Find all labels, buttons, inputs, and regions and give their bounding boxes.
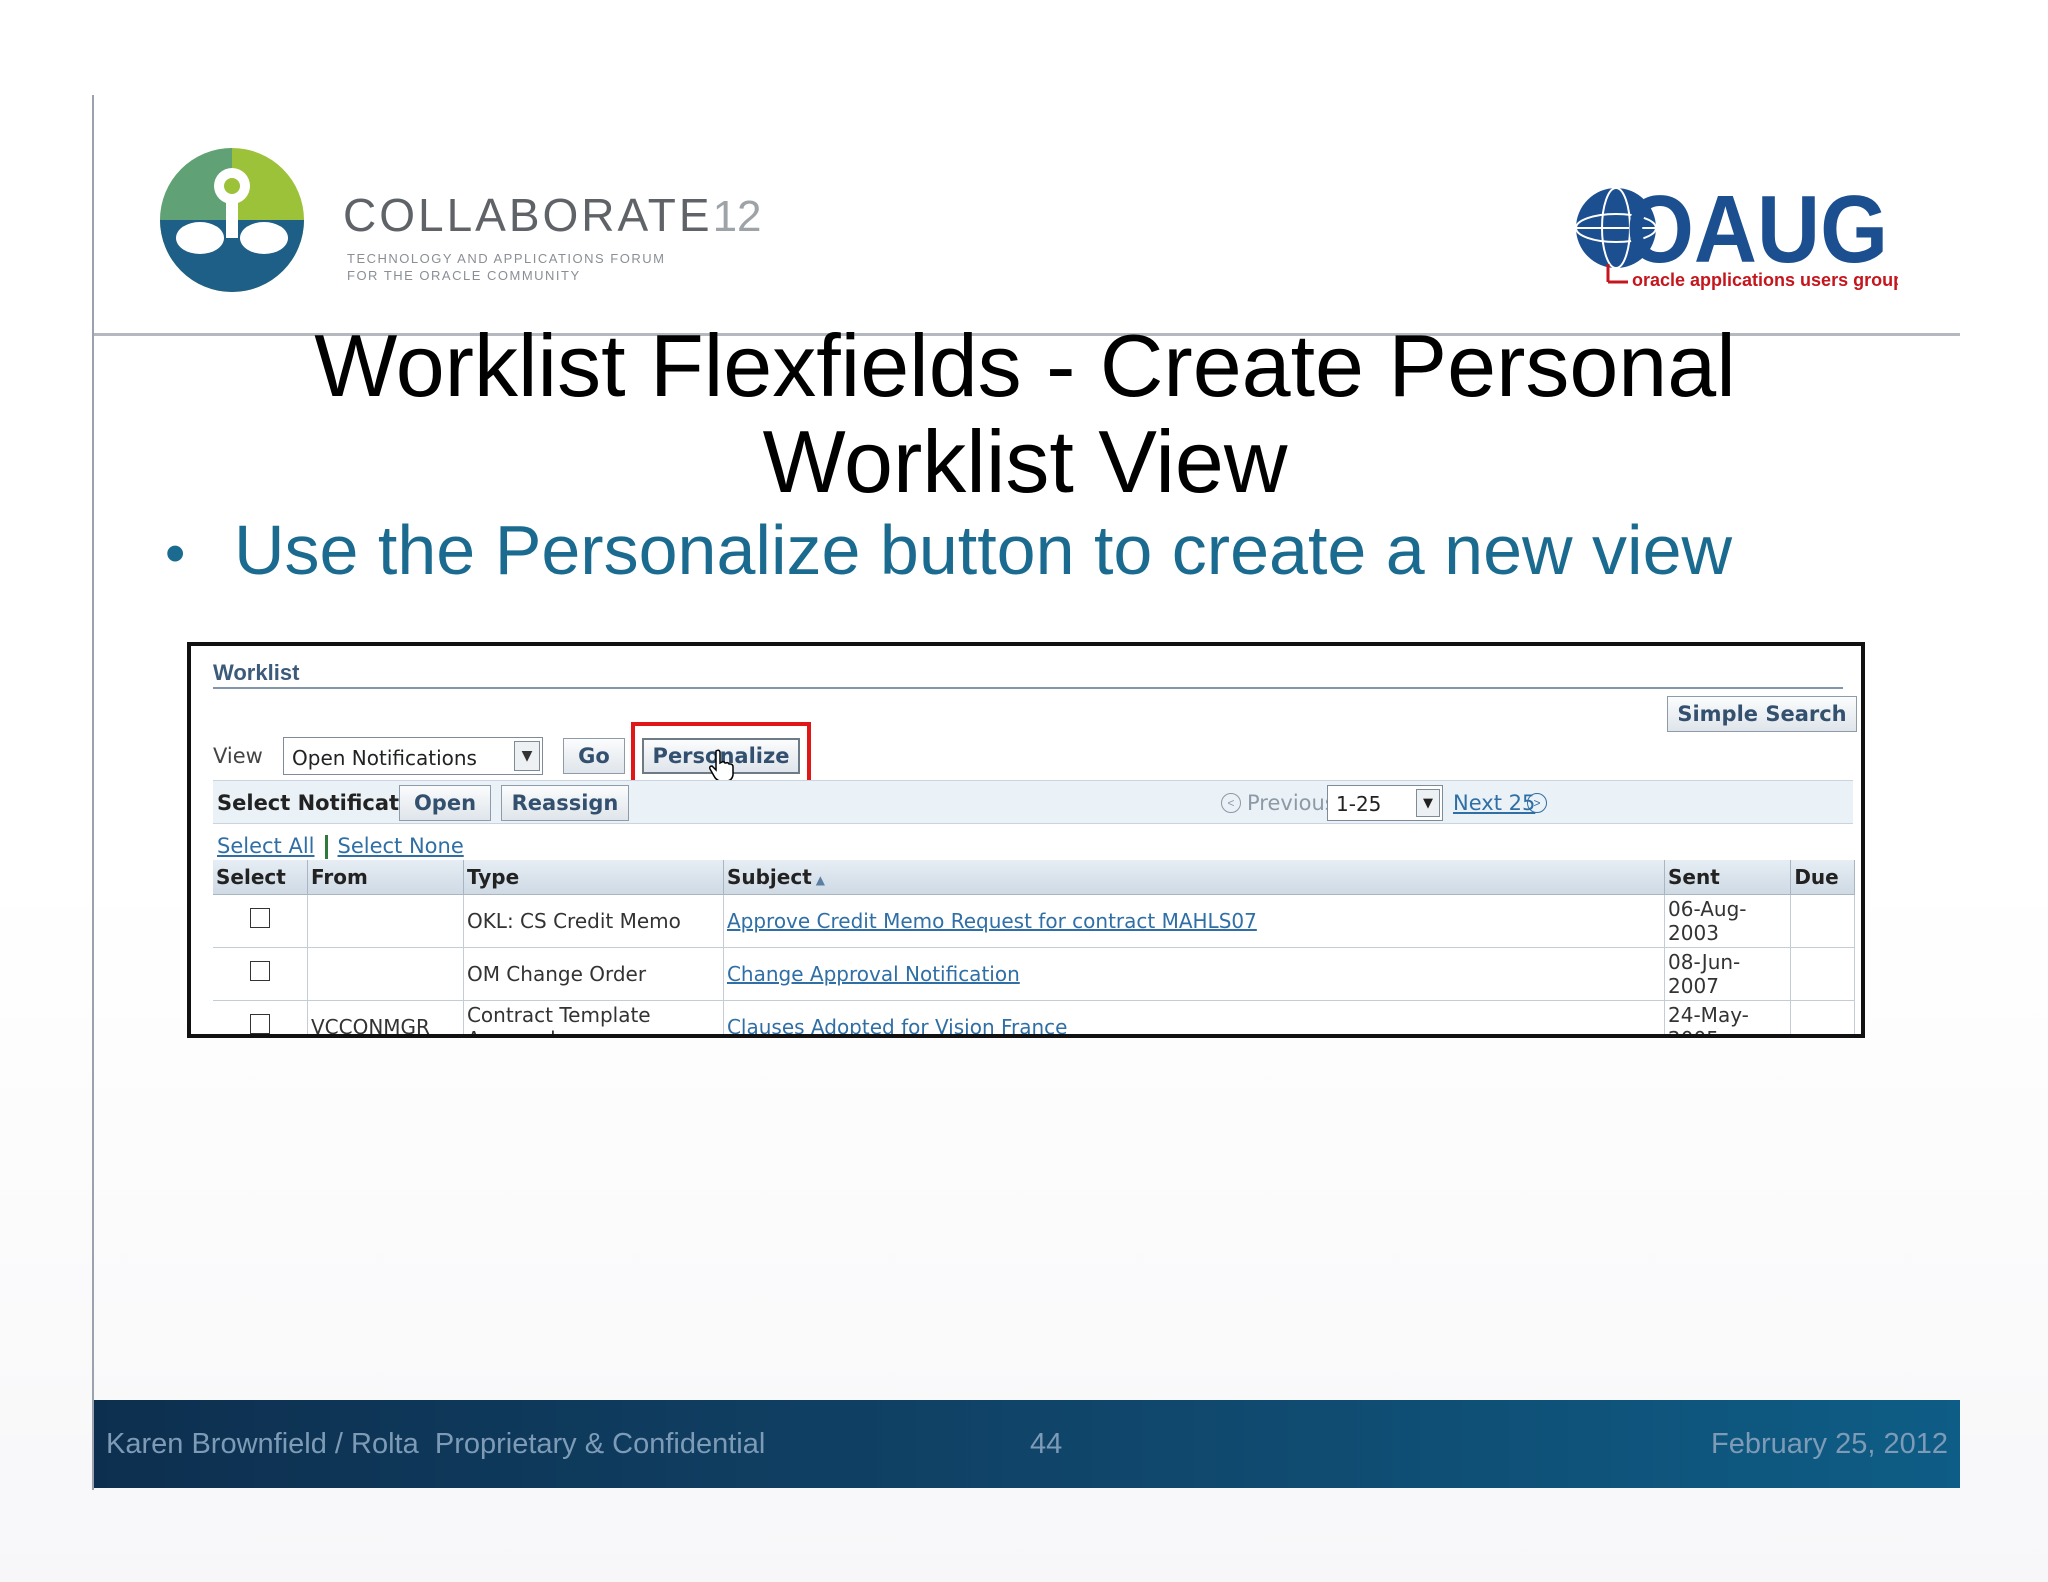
slide-footer: Karen Brownfield / Rolta Proprietary & C… [94,1400,1960,1488]
select-notifications-bar: Select Notifications: Open Reassign < Pr… [213,780,1853,824]
worklist-table: Select From Type Subject ▲ Sent Due OKL: … [213,860,1855,1034]
simple-search-button[interactable]: Simple Search [1667,696,1857,732]
footer-separator: / [334,1428,343,1460]
worklist-title-rule [213,687,1843,689]
oaug-tagline: oracle applications users group [1632,270,1898,290]
oaug-logo: OAUG oracle applications users group [1575,182,1898,290]
select-none-link[interactable]: Select None [338,834,464,858]
table-header-row: Select From Type Subject ▲ Sent Due [213,860,1855,895]
view-label: View [213,744,263,768]
row-sent: 08-Jun-2007 [1664,947,1792,1001]
next-link[interactable]: Next 25 [1453,791,1535,815]
column-header-select: Select [213,860,308,895]
bullet-marker: • [165,521,186,586]
next-circle-icon[interactable]: > [1527,793,1547,813]
footer-date: February 25, 2012 [1711,1428,1948,1460]
table-row: VCCONMGR Contract Template Approval Clau… [213,1000,1855,1034]
slide: COLLABORATE12 TECHNOLOGY AND APPLICATION… [0,0,2048,1582]
footer-author: Karen Brownfield [106,1428,327,1460]
collaborate-wordmark: COLLABORATE12 [343,189,762,241]
link-separator [324,835,328,859]
row-due [1790,894,1855,948]
worklist-title: Worklist [213,660,300,685]
select-links: Select All Select None [217,834,464,859]
view-select[interactable]: Open Notifications ▼ [283,737,543,775]
worklist-panel: Worklist Simple Search View Open Notific… [187,642,1865,1038]
row-subject-link[interactable]: Clauses Adopted for Vision France [723,1000,1666,1034]
row-from: VCCONMGR [307,1000,464,1034]
open-button[interactable]: Open [399,785,491,821]
previous-link: Previous [1247,791,1336,815]
footer-page-number: 44 [1030,1428,1063,1460]
previous-circle-icon: < [1221,793,1241,813]
row-type: OKL: CS Credit Memo [463,894,724,948]
column-header-type: Type [463,860,724,895]
sort-ascending-icon[interactable]: ▲ [816,873,825,887]
column-header-due[interactable]: Due [1790,860,1855,895]
row-checkbox[interactable] [249,908,270,928]
footer-credit: Karen Brownfield / Rolta Proprietary & C… [106,1428,765,1461]
row-sent: 24-May-2005 [1664,1000,1792,1034]
column-header-from: From [307,860,464,895]
column-header-subject[interactable]: Subject ▲ [723,860,1666,895]
row-checkbox[interactable] [249,1014,270,1034]
collaborate-tagline: TECHNOLOGY AND APPLICATIONS FORUM FOR TH… [347,251,666,283]
row-type: Contract Template Approval [463,1000,724,1034]
row-subject-link[interactable]: Approve Credit Memo Request for contract… [723,894,1666,948]
row-select-cell [213,894,308,948]
chevron-down-icon[interactable]: ▼ [514,741,540,771]
column-header-sent[interactable]: Sent [1664,860,1792,895]
collaborate-logo-icon [160,148,304,292]
row-select-cell [213,1000,308,1034]
chevron-down-icon[interactable]: ▼ [1416,789,1440,817]
select-all-link[interactable]: Select All [217,834,315,858]
bullet-text: Use the Personalize button to create a n… [234,511,1733,589]
row-sent: 06-Aug-2003 [1664,894,1792,948]
row-from [307,894,464,948]
oaug-wordmark: OAUG [1626,182,1888,283]
reassign-button[interactable]: Reassign [501,785,629,821]
row-from [307,947,464,1001]
range-select[interactable]: 1-25 ▼ [1327,785,1443,821]
table-row: OKL: CS Credit Memo Approve Credit Memo … [213,894,1855,948]
row-subject-link[interactable]: Change Approval Notification [723,947,1666,1001]
slide-title: Worklist Flexfields - Create Personal Wo… [314,316,1736,511]
row-type: OM Change Order [463,947,724,1001]
row-checkbox[interactable] [249,961,270,981]
row-select-cell [213,947,308,1001]
row-due [1790,1000,1855,1034]
hand-cursor-icon [709,749,734,782]
row-due [1790,947,1855,1001]
footer-company: Rolta Proprietary & Confidential [351,1428,766,1460]
table-row: OM Change Order Change Approval Notifica… [213,947,1855,1001]
go-button[interactable]: Go [563,738,625,774]
left-rule [92,95,94,1490]
